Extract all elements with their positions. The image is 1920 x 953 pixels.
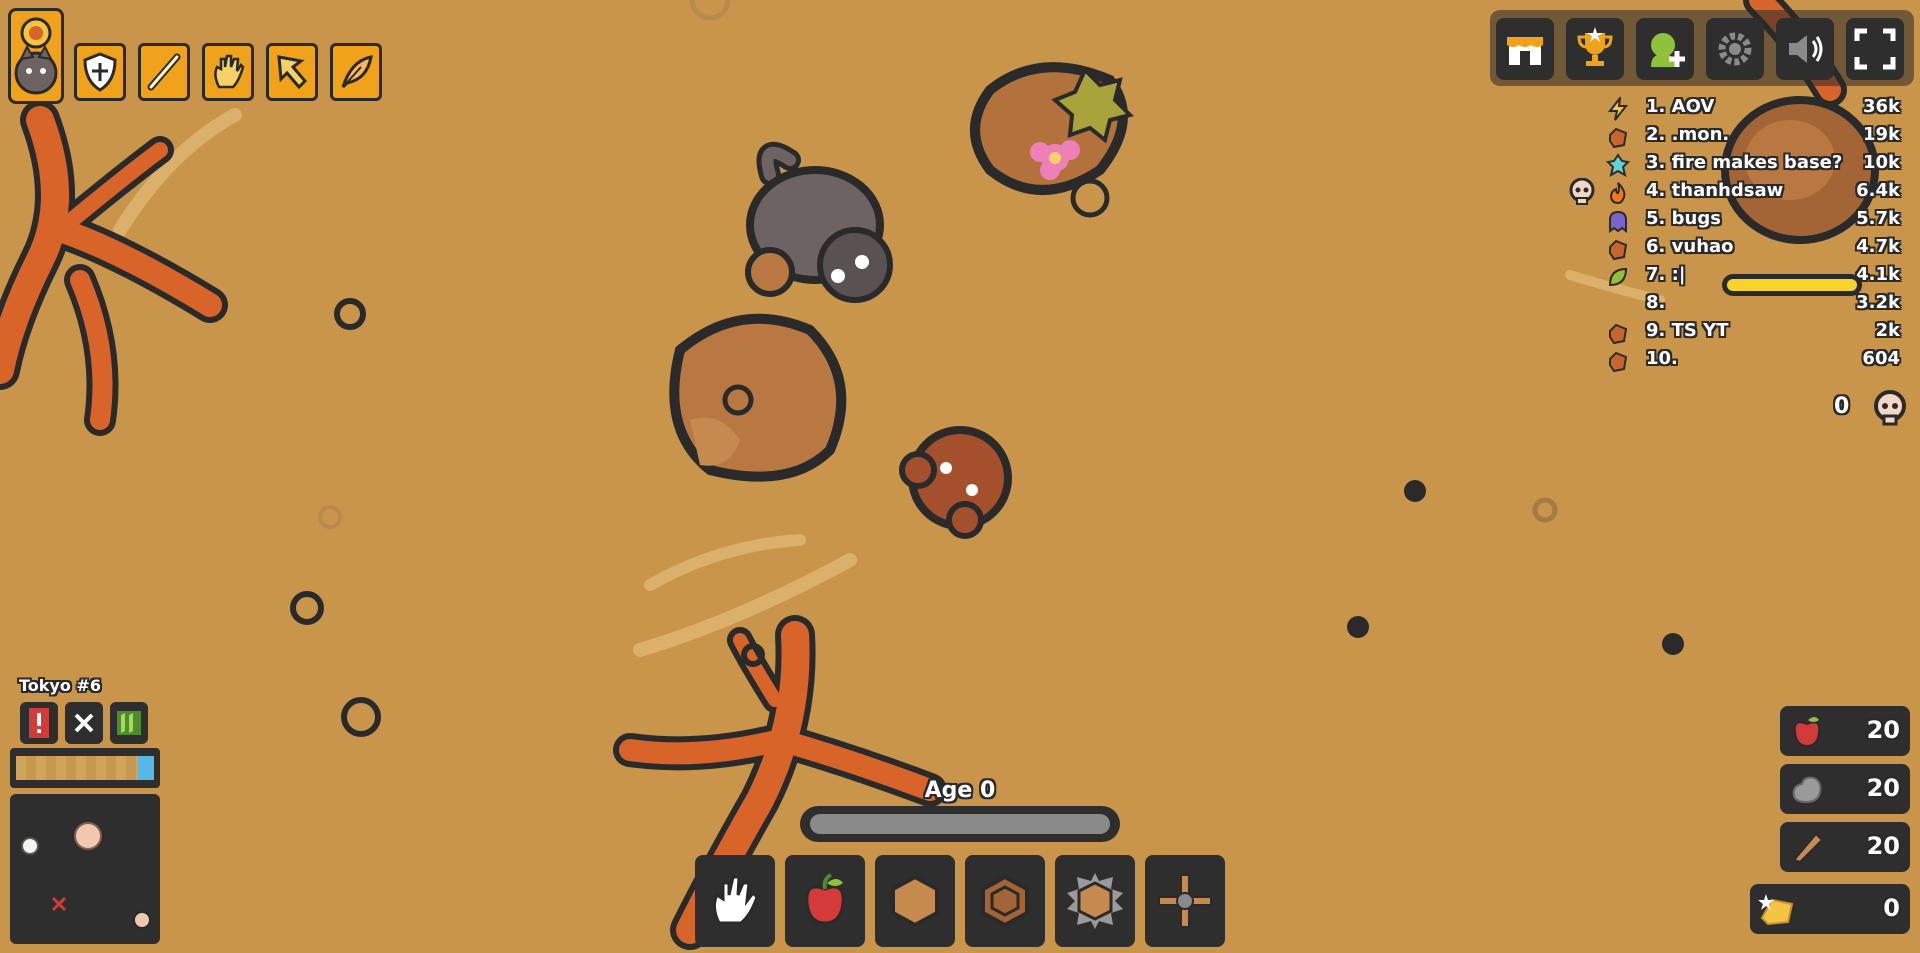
fullscreen-icon <box>1854 28 1896 70</box>
stone-wall-icon <box>981 874 1029 928</box>
gold-count: 0 <box>1883 894 1900 922</box>
close-icon <box>74 713 94 733</box>
stone-rock <box>669 313 847 482</box>
top-toolbar <box>1490 10 1914 86</box>
leaderboard-row: 2. .mon. 19k <box>1606 123 1900 149</box>
wolf-enemy <box>745 141 893 303</box>
wood-count: 20 <box>1866 832 1900 860</box>
hotbar-slot-windmill[interactable] <box>1145 855 1225 947</box>
kill-count: 0 <box>1834 394 1850 419</box>
xp-bar <box>10 748 160 788</box>
map-button[interactable] <box>110 702 148 744</box>
stone-icon <box>1792 776 1822 804</box>
shield-icon <box>83 52 117 92</box>
hotbar-slot-stone-wall[interactable] <box>965 855 1045 947</box>
windmill-icon <box>1158 874 1212 928</box>
sand-swirl <box>644 534 806 591</box>
player-character <box>899 426 1012 539</box>
skull-icon <box>1874 390 1906 426</box>
hotbar-slot-hand[interactable] <box>695 855 775 947</box>
shop-button[interactable] <box>1496 18 1554 80</box>
alert-icon <box>29 708 49 738</box>
hand-icon <box>712 875 759 925</box>
shop-icon <box>1507 37 1543 65</box>
sound-button[interactable] <box>1776 18 1834 80</box>
map-icon <box>117 711 141 735</box>
leaderboard-row: 5. bugs 5.7k <box>1606 207 1900 233</box>
sword-skill-button[interactable] <box>138 43 190 101</box>
kill-counter: 0 <box>1832 390 1920 426</box>
shield-skill-button[interactable] <box>74 43 126 101</box>
minimap-markers <box>21 822 151 929</box>
clan-button[interactable] <box>1636 18 1694 80</box>
wood-resource: 20 <box>1780 822 1910 872</box>
leaderboard-row: 3. fire makes base? 10k <box>1606 151 1900 177</box>
fist-icon <box>1609 323 1628 345</box>
ground-dots <box>1347 480 1684 655</box>
leaderboard-row: 6. vuhao 4.7k <box>1606 235 1900 261</box>
cursor-icon <box>277 55 308 90</box>
lightning-icon <box>1607 97 1629 121</box>
apple-icon <box>805 873 845 925</box>
spike-icon <box>1067 873 1123 929</box>
ally-health-bar <box>1722 274 1862 296</box>
crystal-icon <box>1606 153 1630 177</box>
leaderboard-row: 9. TS YT 2k <box>1606 319 1900 345</box>
skull-icon <box>1569 178 1595 205</box>
minimap[interactable] <box>10 794 160 944</box>
hotbar-slot-spike[interactable] <box>1055 855 1135 947</box>
stone-resource: 20 <box>1780 764 1910 814</box>
hotbar-slot-wood-wall[interactable] <box>875 855 955 947</box>
wolf-avatar-icon <box>14 17 58 95</box>
clan-add-icon <box>1651 33 1685 67</box>
leaderboard-row: 1. AOV 36k <box>1606 95 1900 121</box>
leaderboard-button[interactable] <box>1566 18 1624 80</box>
fist-icon <box>1609 351 1628 373</box>
alert-button[interactable] <box>20 702 58 744</box>
hotbar-slot-apple[interactable] <box>785 855 865 947</box>
settings-button[interactable] <box>1706 18 1764 80</box>
sound-icon <box>1789 35 1823 63</box>
fullscreen-button[interactable] <box>1846 18 1904 80</box>
fist-icon <box>1609 127 1628 149</box>
feather-icon <box>341 55 373 89</box>
food-count: 20 <box>1866 716 1900 744</box>
age-label: Age 0 <box>924 778 996 803</box>
wood-icon <box>1792 832 1824 864</box>
fist-icon <box>1609 239 1628 261</box>
hand-skill-button[interactable] <box>202 43 254 101</box>
player-avatar-slot[interactable] <box>8 8 64 104</box>
ghost-icon <box>1609 210 1627 233</box>
server-label: Tokyo #6 <box>19 676 101 695</box>
close-button[interactable] <box>65 702 103 744</box>
leaf-icon <box>1608 267 1628 287</box>
food-resource: 20 <box>1780 706 1910 756</box>
sword-icon <box>147 53 181 91</box>
stone-count: 20 <box>1866 774 1900 802</box>
berry-bush <box>970 62 1134 218</box>
leaderboard-row: 10. 604 <box>1606 347 1900 373</box>
trophy-icon <box>1577 27 1613 66</box>
age-progress-bar <box>800 806 1120 842</box>
feather-skill-button[interactable] <box>330 43 382 101</box>
gold-resource: 0 <box>1750 884 1910 934</box>
settings-icon <box>1718 32 1752 66</box>
fire-icon <box>1609 182 1626 205</box>
cursor-skill-button[interactable] <box>266 43 318 101</box>
leaderboard-row: 4. thanhdsaw 6.4k <box>1606 179 1900 205</box>
gold-icon <box>1758 894 1794 926</box>
wood-wall-icon <box>891 874 939 928</box>
hand-skill-icon <box>214 54 245 89</box>
apple-icon <box>1793 717 1821 748</box>
